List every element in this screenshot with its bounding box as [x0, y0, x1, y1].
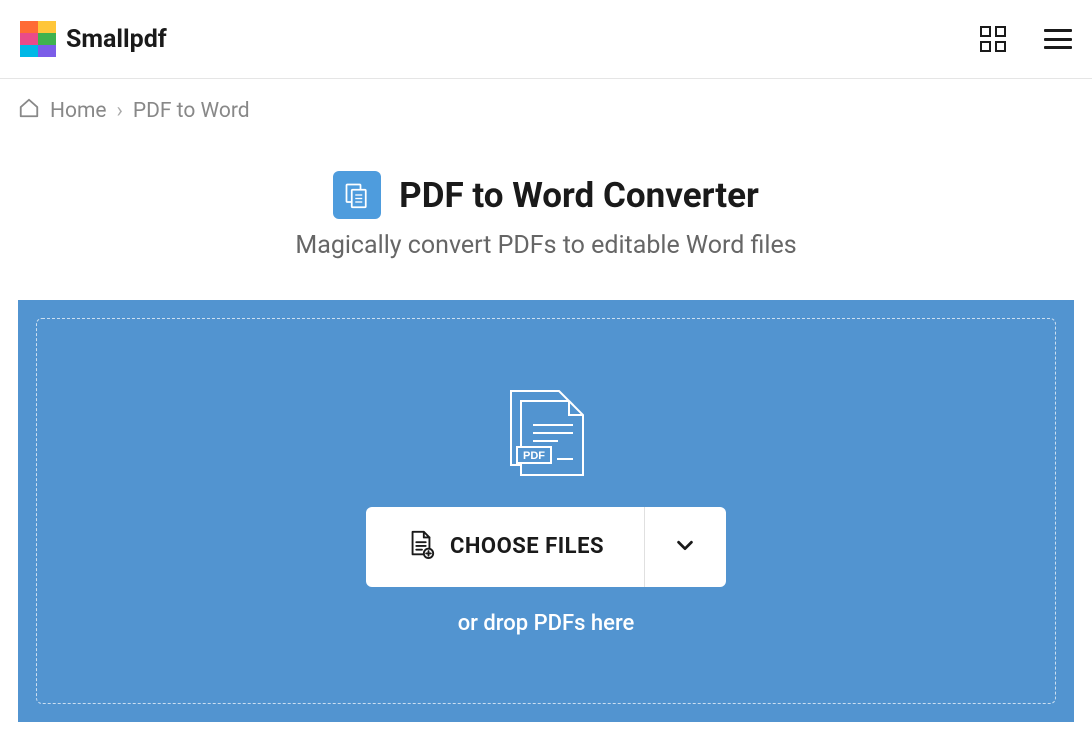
- breadcrumb: Home › PDF to Word: [0, 79, 1092, 143]
- page-title: PDF to Word Converter: [399, 175, 759, 216]
- logo-mark-icon: [20, 21, 56, 57]
- pdf-file-icon: PDF: [503, 387, 589, 483]
- choose-files-dropdown[interactable]: [644, 507, 726, 587]
- choose-files-label: CHOOSE FILES: [450, 534, 604, 559]
- dropzone-inner: PDF CHOOSE FILE: [36, 318, 1056, 704]
- home-icon[interactable]: [18, 97, 40, 125]
- page-title-area: PDF to Word Converter Magically convert …: [0, 171, 1092, 260]
- page-subtitle: Magically convert PDFs to editable Word …: [0, 231, 1092, 260]
- breadcrumb-home[interactable]: Home: [50, 99, 107, 123]
- header-actions: [980, 26, 1072, 52]
- file-add-icon: [406, 529, 436, 565]
- chevron-down-icon: [674, 534, 696, 560]
- pdf-to-word-icon: [333, 171, 381, 219]
- header: Smallpdf: [0, 0, 1092, 79]
- breadcrumb-current: PDF to Word: [133, 99, 250, 123]
- choose-files-button[interactable]: CHOOSE FILES: [366, 507, 644, 587]
- svg-text:PDF: PDF: [523, 450, 545, 462]
- dropzone[interactable]: PDF CHOOSE FILE: [18, 300, 1074, 722]
- breadcrumb-separator: ›: [117, 99, 123, 123]
- logo[interactable]: Smallpdf: [20, 21, 167, 57]
- brand-name: Smallpdf: [66, 25, 167, 54]
- menu-icon[interactable]: [1044, 29, 1072, 49]
- drop-hint-text: or drop PDFs here: [458, 611, 635, 636]
- choose-files-button-group: CHOOSE FILES: [366, 507, 726, 587]
- apps-grid-icon[interactable]: [980, 26, 1006, 52]
